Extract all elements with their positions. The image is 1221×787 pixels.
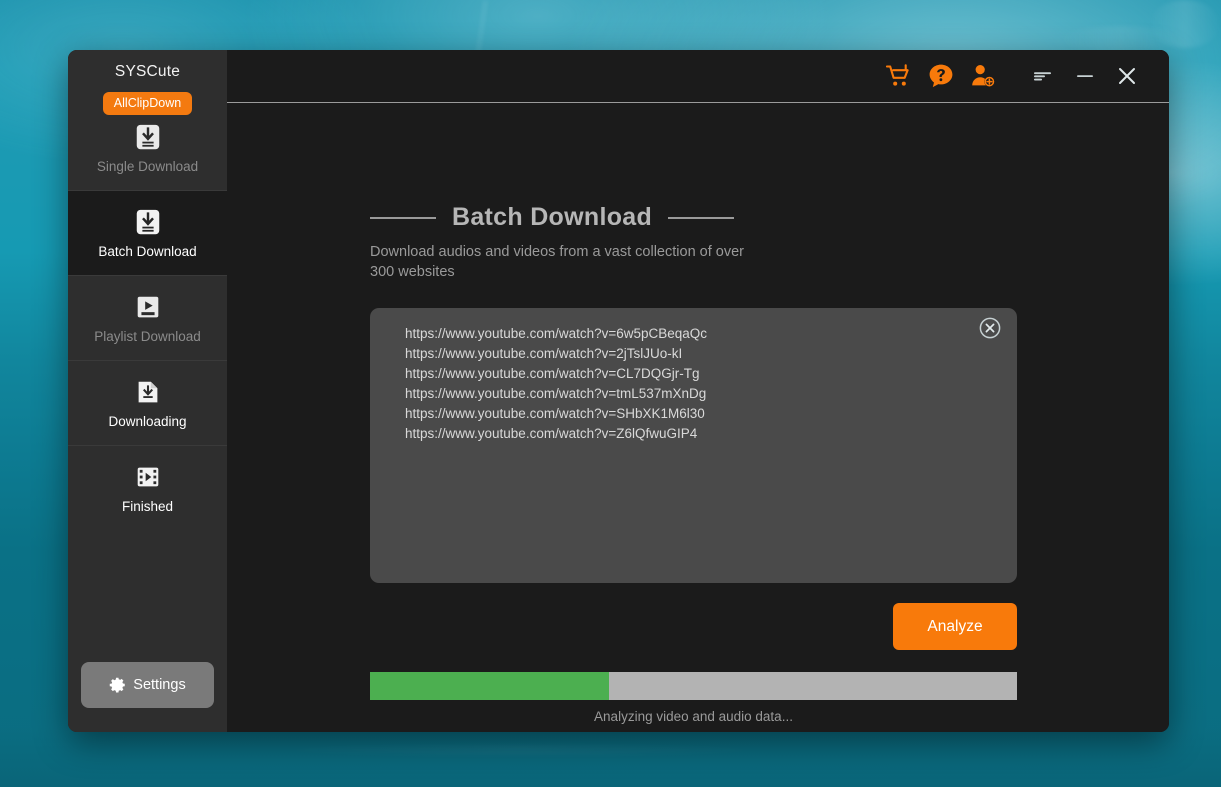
sidebar-item-label: Single Download	[97, 159, 198, 174]
title-rule-right	[668, 217, 734, 219]
settings-area: Settings	[68, 662, 227, 732]
batch-download-icon	[133, 207, 163, 237]
sidebar-item-label: Playlist Download	[94, 329, 201, 344]
url-line: https://www.youtube.com/watch?v=Z6lQfwuG…	[405, 424, 977, 444]
wallpaper-streak	[260, 745, 780, 755]
url-line: https://www.youtube.com/watch?v=6w5pCBeq…	[405, 324, 977, 344]
wallpaper-streak	[1150, 0, 1220, 48]
analyze-button[interactable]: Analyze	[893, 603, 1017, 650]
main-content: Batch Download Download audios and video…	[227, 102, 1169, 732]
gear-icon	[109, 676, 127, 694]
sidebar-item-label: Downloading	[108, 414, 186, 429]
single-download-icon	[133, 122, 163, 152]
sidebar-item-playlist-download[interactable]: Playlist Download	[68, 275, 227, 360]
close-icon[interactable]	[1106, 55, 1148, 97]
shopping-cart-icon[interactable]	[878, 55, 920, 97]
main-panel: Batch Download Download audios and video…	[227, 50, 1169, 732]
sidebar-spacer	[68, 530, 227, 662]
app-window: SYSCute Single Download	[68, 50, 1169, 732]
brand-badge-row: AllClipDown	[68, 90, 227, 116]
minimize-icon[interactable]	[1064, 55, 1106, 97]
sidebar-item-batch-download[interactable]: Batch Download	[68, 190, 227, 275]
menu-lines-icon[interactable]	[1022, 55, 1064, 97]
header-divider	[227, 102, 1169, 103]
url-line: https://www.youtube.com/watch?v=tmL537mX…	[405, 384, 977, 404]
sidebar-item-finished[interactable]: Finished	[68, 445, 227, 530]
sidebar-item-single-download[interactable]: Single Download	[68, 105, 227, 190]
finished-film-icon	[133, 462, 163, 492]
url-line: https://www.youtube.com/watch?v=2jTslJUo…	[405, 344, 977, 364]
brand-badge: AllClipDown	[103, 92, 192, 115]
url-line: https://www.youtube.com/watch?v=SHbXK1M6…	[405, 404, 977, 424]
page-subtitle: Download audios and videos from a vast c…	[370, 242, 748, 282]
sidebar-nav: Single Download Batch Download	[68, 105, 227, 530]
url-line: https://www.youtube.com/watch?v=CL7DQGjr…	[405, 364, 977, 384]
downloading-folder-icon	[133, 377, 163, 407]
progress-bar	[370, 672, 1017, 700]
clear-circle-x-icon[interactable]	[978, 315, 1004, 341]
title-rule-left	[370, 217, 436, 219]
wallpaper-shadow	[0, 726, 1221, 787]
settings-button[interactable]: Settings	[81, 662, 214, 708]
titlebar	[227, 50, 1169, 102]
progress-bar-fill	[370, 672, 609, 700]
page-title-row: Batch Download	[370, 203, 1169, 232]
sidebar-item-label: Finished	[122, 499, 173, 514]
url-input-textarea[interactable]: https://www.youtube.com/watch?v=6w5pCBeq…	[370, 308, 1017, 583]
brand-name: SYSCute	[115, 63, 180, 81]
sidebar: SYSCute Single Download	[68, 50, 227, 732]
wallpaper-streak	[1060, 26, 1180, 52]
help-question-icon[interactable]	[920, 55, 962, 97]
add-user-icon[interactable]	[962, 55, 1004, 97]
sidebar-item-label: Batch Download	[98, 244, 196, 259]
url-list: https://www.youtube.com/watch?v=6w5pCBeq…	[405, 324, 977, 444]
playlist-download-icon	[133, 292, 163, 322]
analyze-row: Analyze	[370, 603, 1017, 650]
settings-label: Settings	[133, 677, 185, 693]
sidebar-item-downloading[interactable]: Downloading	[68, 360, 227, 445]
progress-caption: Analyzing video and audio data...	[370, 709, 1017, 724]
page-title: Batch Download	[452, 203, 652, 232]
